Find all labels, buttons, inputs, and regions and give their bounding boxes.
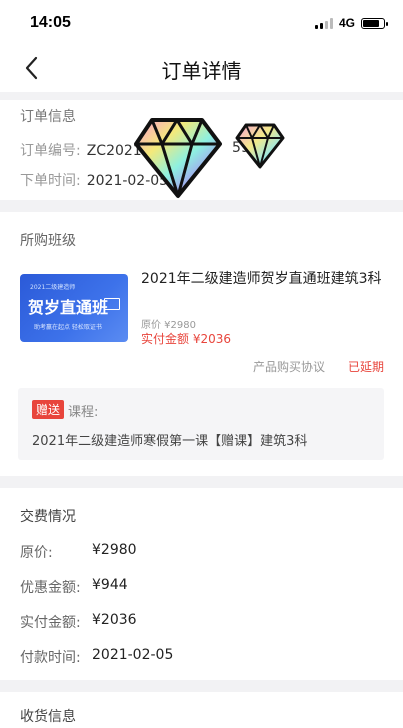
- order-number-row: 订单编号: ZC2021: [20, 140, 142, 160]
- signal-icon: [314, 17, 333, 29]
- fee-value: 2021-02-05: [92, 647, 174, 663]
- gift-course-name: 2021年二级建造师寒假第一课【赠课】建筑3科: [32, 434, 308, 449]
- purchased-class-title: 所购班级: [20, 233, 76, 249]
- fee-label: 付款时间:: [20, 650, 81, 666]
- fee-row-paid: 实付金额: ¥2036: [20, 612, 137, 632]
- gem-sticker-large: [134, 118, 222, 198]
- course-original-price: 原价 ¥2980: [141, 320, 196, 331]
- fee-label: 原价:: [20, 545, 53, 561]
- fee-label: 实付金额:: [20, 615, 81, 631]
- course-paid-amount: 实付金额 ¥2036: [141, 332, 231, 346]
- fee-value: ¥2980: [92, 542, 137, 558]
- course-name[interactable]: 2021年二级建造师贺岁直通班建筑3科: [141, 270, 391, 288]
- nav-bar: 订单详情: [0, 44, 403, 92]
- fee-row-paytime: 付款时间: 2021-02-05: [20, 647, 173, 667]
- order-time-label: 下单时间:: [20, 173, 81, 189]
- order-info-title: 订单信息: [20, 109, 76, 125]
- battery-icon: [361, 17, 388, 29]
- course-thumbnail-top-text: 2021二级建造师: [30, 284, 76, 291]
- page-title: 订单详情: [161, 59, 242, 83]
- course-thumbnail-title: 贺岁直通班: [28, 298, 109, 317]
- shipping-card: 收货信息: [0, 692, 403, 728]
- fee-row-discount: 优惠金额: ¥944: [20, 577, 128, 597]
- fee-value: ¥944: [92, 577, 128, 593]
- gift-label: 课程:: [68, 405, 99, 420]
- gift-course-box[interactable]: 赠送 课程: 2021年二级建造师寒假第一课【赠课】建筑3科: [18, 388, 384, 460]
- course-thumbnail-sub-text: 助考赢在起点 轻松取证书: [34, 324, 102, 331]
- course-thumbnail[interactable]: 2021二级建造师 贺岁直通班 助考赢在起点 轻松取证书: [20, 274, 128, 342]
- status-time: 14:05: [30, 14, 71, 31]
- status-indicators: 4G: [314, 16, 388, 30]
- order-number-label: 订单编号:: [20, 143, 81, 159]
- network-label: 4G: [338, 16, 355, 30]
- fee-value: ¥2036: [92, 612, 137, 628]
- status-bar: 14:05 4G: [0, 0, 403, 44]
- book-icon: [104, 298, 120, 310]
- gem-sticker-small: [235, 123, 285, 169]
- status-badge: 已延期: [348, 360, 385, 374]
- fee-label: 优惠金额:: [20, 580, 81, 596]
- purchase-agreement-link[interactable]: 产品购买协议: [253, 358, 325, 375]
- shipping-title: 收货信息: [20, 709, 76, 725]
- payment-card: 交费情况 原价: ¥2980 优惠金额: ¥944 实付金额: ¥2036 付款…: [0, 488, 403, 680]
- payment-title: 交费情况: [20, 509, 76, 525]
- fee-row-original: 原价: ¥2980: [20, 542, 137, 562]
- gift-tag: 赠送: [32, 400, 65, 419]
